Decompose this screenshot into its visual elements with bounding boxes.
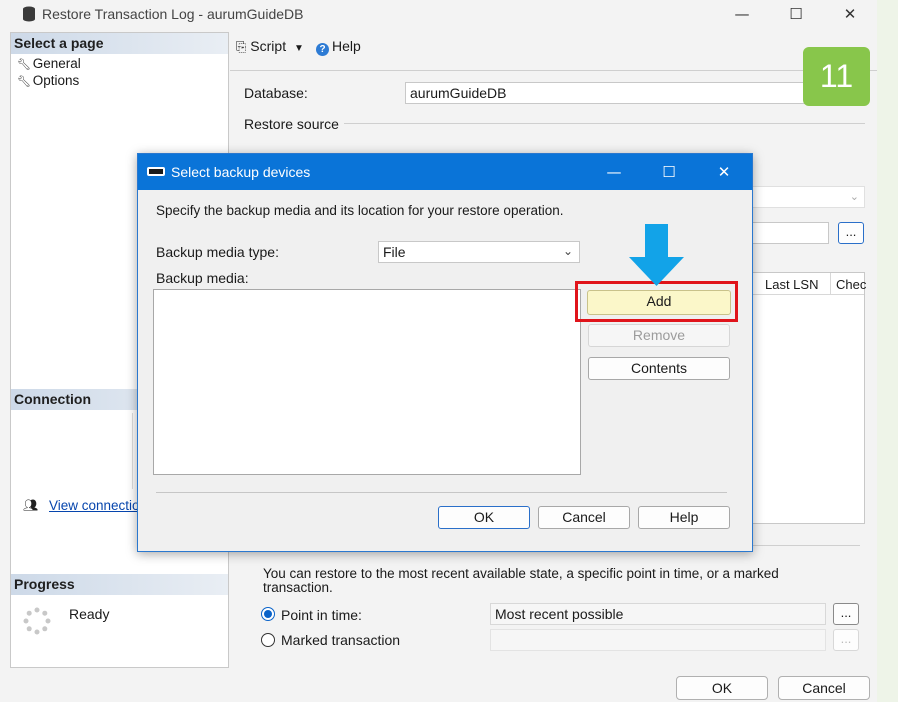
- backup-media-type-select[interactable]: File ⌄: [378, 241, 580, 263]
- page-general-label: General: [32, 56, 81, 71]
- help-icon: ?: [316, 43, 329, 56]
- add-button[interactable]: Add: [587, 290, 731, 315]
- dialog-minimize-button[interactable]: —: [599, 161, 629, 183]
- people-icon: 👥︎: [23, 498, 39, 512]
- maximize-button[interactable]: ☐: [776, 3, 816, 25]
- help-label: Help: [332, 38, 361, 54]
- backup-media-type-label: Backup media type:: [156, 244, 279, 260]
- chevron-down-icon: ⌄: [849, 191, 859, 203]
- progress-spinner-icon: [23, 607, 51, 635]
- dialog-bottom-divider: [156, 492, 727, 493]
- dialog-ok-button[interactable]: OK: [438, 506, 530, 529]
- select-backup-devices-dialog: Select backup devices — ☐ ✕ Specify the …: [137, 153, 753, 552]
- point-in-time-browse-button[interactable]: ...: [833, 603, 859, 625]
- backup-media-list[interactable]: [153, 289, 581, 475]
- remove-button[interactable]: Remove: [588, 324, 730, 347]
- point-in-time-label: Point in time:: [281, 607, 362, 623]
- arrow-down-icon: [629, 224, 684, 286]
- select-page-header: Select a page: [11, 33, 228, 54]
- marked-transaction-field[interactable]: [490, 629, 826, 651]
- page-options-label: Options: [32, 73, 80, 88]
- source-path-field[interactable]: [752, 222, 829, 244]
- wrench-icon: 🔧︎: [17, 59, 31, 71]
- database-field[interactable]: aurumGuideDB: [405, 82, 805, 104]
- connection-info-box: [11, 413, 133, 489]
- backup-device-icon: [147, 167, 165, 176]
- marked-transaction-browse-button[interactable]: ...: [833, 629, 859, 651]
- dialog-titlebar: Select backup devices — ☐ ✕: [138, 154, 752, 190]
- restore-to-divider: [752, 545, 860, 546]
- wrench-icon: 🔧︎: [17, 76, 31, 88]
- dialog-cancel-button[interactable]: Cancel: [538, 506, 630, 529]
- restore-source-label: Restore source: [244, 116, 339, 132]
- restore-to-description: You can restore to the most recent avail…: [263, 566, 779, 595]
- dialog-maximize-button[interactable]: ☐: [654, 161, 684, 183]
- page-options[interactable]: 🔧︎ Options: [17, 73, 79, 88]
- backup-media-type-value: File: [383, 244, 406, 260]
- source-dropdown[interactable]: ⌄: [752, 186, 865, 208]
- dialog-close-button[interactable]: ✕: [709, 161, 739, 183]
- point-in-time-radio[interactable]: [261, 607, 275, 621]
- dialog-help-button[interactable]: Help: [638, 506, 730, 529]
- script-icon: ⎘: [236, 39, 247, 54]
- step-number-badge: 11: [803, 47, 870, 106]
- backup-media-label: Backup media:: [156, 270, 249, 286]
- marked-transaction-radio[interactable]: [261, 633, 275, 647]
- minimize-button[interactable]: —: [722, 3, 762, 25]
- marked-transaction-label: Marked transaction: [281, 632, 401, 648]
- close-button[interactable]: ✕: [830, 3, 870, 25]
- grid-column-divider: [830, 273, 831, 295]
- contents-button[interactable]: Contents: [588, 357, 730, 380]
- chevron-down-icon: ⌄: [562, 244, 573, 258]
- backup-sets-grid: Last LSN Chec: [752, 272, 867, 524]
- dialog-instruction: Specify the backup media and its locatio…: [156, 203, 564, 218]
- main-ok-button[interactable]: OK: [676, 676, 768, 700]
- grid-header-checkpoint: Chec: [836, 277, 867, 292]
- help-button[interactable]: ? Help: [316, 38, 361, 56]
- grid-header-last-lsn: Last LSN: [765, 277, 819, 292]
- database-icon: [23, 6, 35, 22]
- browse-source-button[interactable]: ...: [838, 222, 864, 244]
- progress-status: Ready: [69, 606, 110, 622]
- main-titlebar: Restore Transaction Log - aurumGuideDB —…: [0, 0, 877, 28]
- main-cancel-button[interactable]: Cancel: [778, 676, 870, 700]
- script-label: Script: [250, 38, 287, 54]
- view-connection-properties-link[interactable]: View connection properties: [49, 498, 139, 513]
- page-general[interactable]: 🔧︎ General: [17, 56, 81, 71]
- script-button[interactable]: ⎘ Script ▼: [236, 38, 304, 55]
- main-window-title: Restore Transaction Log - aurumGuideDB: [42, 6, 304, 22]
- progress-header: Progress: [11, 574, 228, 595]
- dialog-title: Select backup devices: [171, 164, 311, 180]
- point-in-time-field[interactable]: Most recent possible: [490, 603, 826, 625]
- grid-header-row: Last LSN Chec: [753, 273, 867, 295]
- dropdown-arrow-icon: ▼: [293, 43, 304, 54]
- database-label: Database:: [244, 85, 308, 101]
- restore-source-divider: [344, 123, 865, 124]
- toolbar-separator: [230, 70, 877, 71]
